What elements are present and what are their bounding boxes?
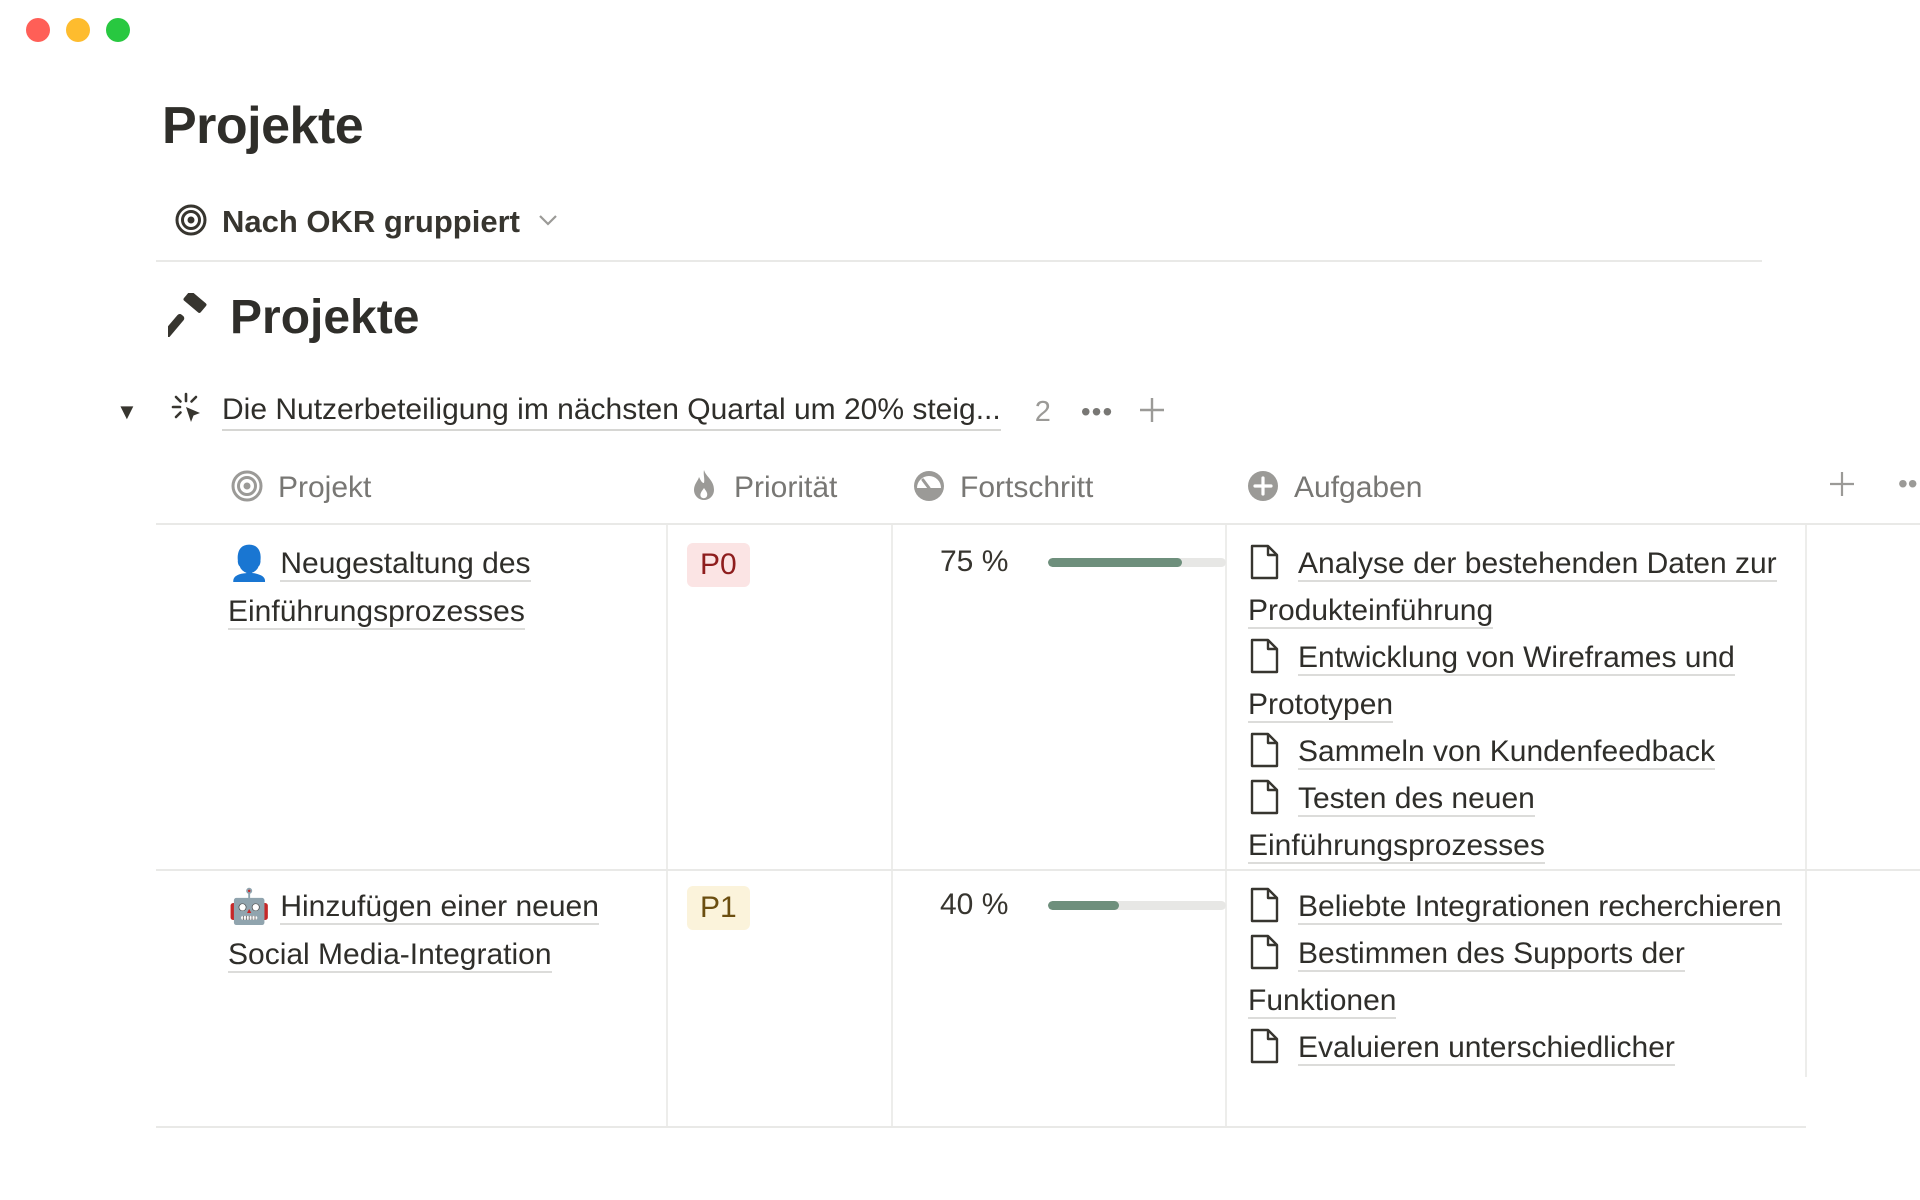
project-link[interactable]: Hinzufügen einer neuen Social Media-Inte… [228, 890, 599, 973]
progress-bar [1048, 557, 1226, 567]
robot-emoji-icon: 🤖 [228, 888, 271, 926]
page-title: Projekte [162, 97, 364, 155]
task-list: Analyse der bestehenden Daten zur Produk… [1248, 540, 1818, 869]
group-add-button[interactable] [1137, 395, 1167, 430]
view-divider [156, 260, 1762, 262]
sparkle-cursor-icon [170, 392, 206, 433]
task-item[interactable]: Beliebte Integrationen recherchieren [1248, 883, 1818, 930]
progress-cell: 40 % [940, 883, 1226, 927]
progress-label: 40 % [940, 888, 1009, 921]
row-divider [156, 869, 1920, 871]
more-options-button[interactable]: •• [1898, 468, 1918, 500]
minimize-window-button[interactable] [66, 18, 90, 42]
group-count: 2 [1034, 395, 1051, 428]
target-icon [230, 469, 264, 508]
document-icon [1248, 934, 1280, 970]
database-title: Projekte [162, 290, 420, 345]
task-item[interactable]: Entwicklung von Wireframes und Prototype… [1248, 634, 1818, 728]
progress-label: 75 % [940, 545, 1009, 578]
column-header-projekt[interactable]: Projekt [230, 466, 371, 510]
progress-fill [1048, 900, 1120, 910]
document-icon [1248, 732, 1280, 768]
column-divider [891, 525, 893, 1127]
progress-fill [1048, 557, 1182, 567]
column-label: Priorität [734, 471, 838, 504]
add-property-button[interactable] [1828, 470, 1856, 503]
task-link[interactable]: Testen des neuen Einführungsprozesses [1248, 782, 1545, 864]
database-title-text: Projekte [230, 291, 420, 344]
column-divider [666, 525, 668, 1127]
progress-bar [1048, 900, 1226, 910]
table-row-project[interactable]: 🤖 Hinzufügen einer neuen Social Media-Int… [228, 883, 648, 978]
target-icon [174, 203, 208, 242]
column-label: Projekt [278, 471, 372, 504]
task-link[interactable]: Entwicklung von Wireframes und Prototype… [1248, 641, 1735, 723]
document-icon [1248, 544, 1280, 580]
project-link[interactable]: Neugestaltung des Einführungsprozesses [228, 547, 531, 630]
priority-tag[interactable]: P0 [687, 543, 750, 587]
column-label: Fortschritt [960, 471, 1094, 504]
task-link[interactable]: Evaluieren unterschiedlicher [1298, 1031, 1675, 1066]
document-icon [1248, 779, 1280, 815]
zoom-window-button[interactable] [106, 18, 130, 42]
fire-icon [688, 468, 720, 509]
document-icon [1248, 887, 1280, 923]
close-window-button[interactable] [26, 18, 50, 42]
document-icon [1248, 638, 1280, 674]
column-header-fortschritt[interactable]: Fortschritt [912, 466, 1093, 510]
task-item[interactable]: Testen des neuen Einführungsprozesses [1248, 775, 1818, 869]
column-label: Aufgaben [1294, 471, 1423, 504]
progress-cell: 75 % [940, 540, 1226, 584]
row-divider [156, 1126, 1806, 1128]
task-item[interactable]: Analyse der bestehenden Daten zur Produk… [1248, 540, 1818, 634]
column-divider [1225, 525, 1227, 1127]
gauge-icon [912, 469, 946, 508]
plus-circle-icon [1246, 469, 1280, 508]
priority-tag[interactable]: P1 [687, 886, 750, 930]
person-emoji-icon: 👤 [228, 545, 271, 583]
task-item[interactable]: Bestimmen des Supports der Funktionen [1248, 930, 1818, 1024]
task-item[interactable]: Evaluieren unterschiedlicher [1248, 1024, 1818, 1071]
column-header-aufgaben[interactable]: Aufgaben [1246, 466, 1422, 510]
group-header: ▼ Die Nutzerbeteiligung im nächsten Quar… [116, 392, 1167, 432]
task-link[interactable]: Analyse der bestehenden Daten zur Produk… [1248, 547, 1777, 629]
column-header-prioritaet[interactable]: Priorität [688, 466, 837, 510]
task-link[interactable]: Bestimmen des Supports der Funktionen [1248, 937, 1685, 1019]
task-list: Beliebte Integrationen recherchieren Bes… [1248, 883, 1818, 1071]
group-more-button[interactable]: ••• [1081, 396, 1113, 428]
chevron-down-icon [538, 213, 558, 232]
collapse-toggle-icon[interactable]: ▼ [116, 399, 142, 425]
task-link[interactable]: Beliebte Integrationen recherchieren [1298, 890, 1782, 925]
task-link[interactable]: Sammeln von Kundenfeedback [1298, 735, 1715, 770]
view-switcher[interactable]: Nach OKR gruppiert [174, 200, 558, 244]
hammer-icon [162, 291, 212, 342]
group-name[interactable]: Die Nutzerbeteiligung im nächsten Quarta… [222, 393, 1001, 431]
table-row-project[interactable]: 👤 Neugestaltung des Einführungsprozesses [228, 540, 648, 635]
document-icon [1248, 1028, 1280, 1064]
task-item[interactable]: Sammeln von Kundenfeedback [1248, 728, 1818, 775]
view-label: Nach OKR gruppiert [222, 204, 520, 239]
header-divider [156, 523, 1920, 525]
